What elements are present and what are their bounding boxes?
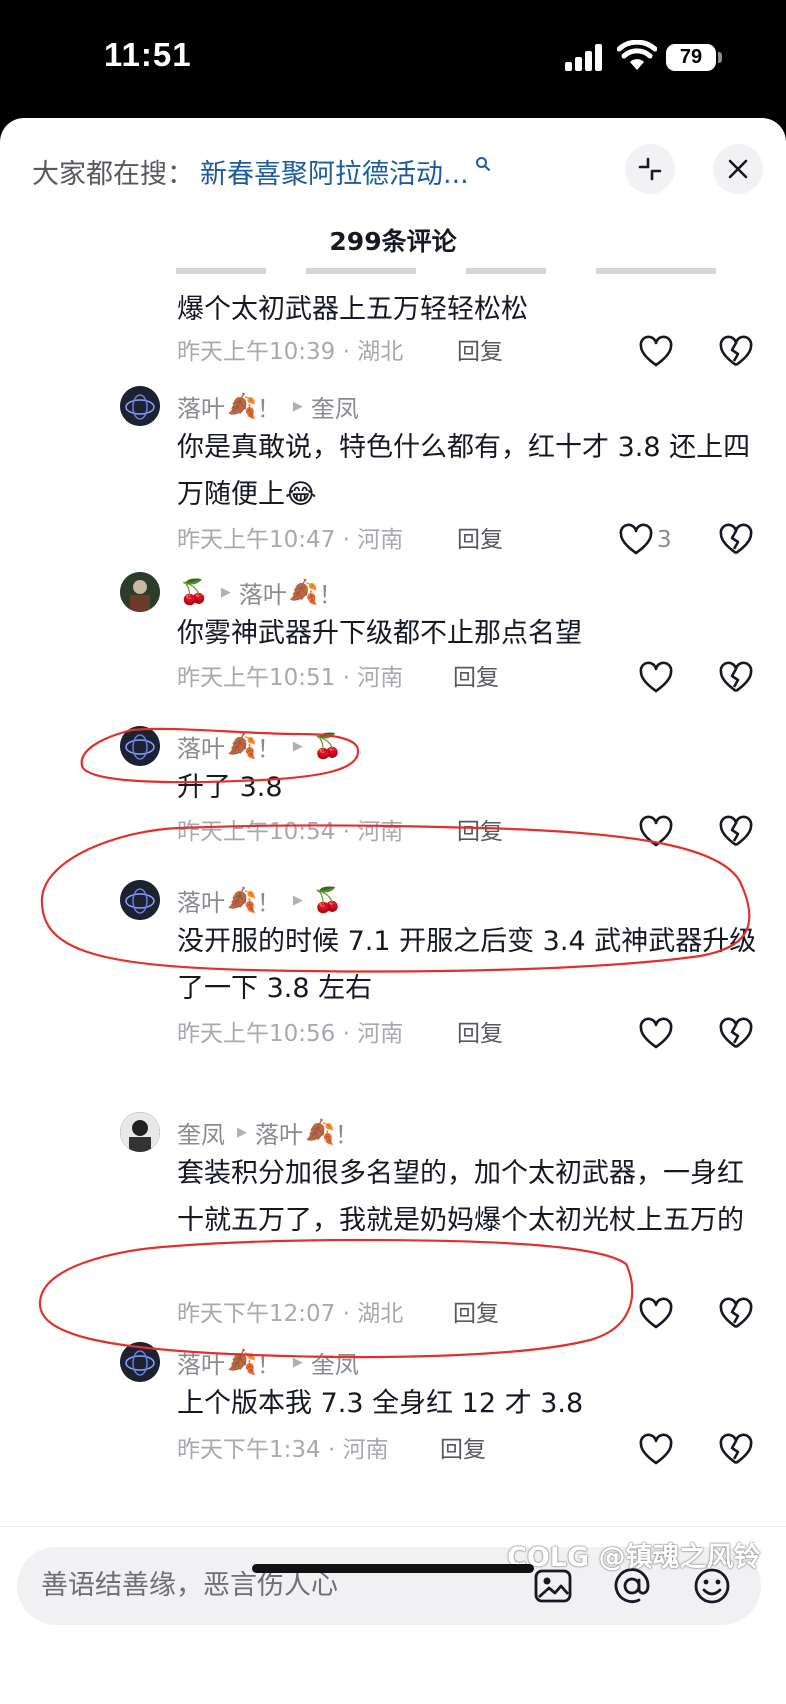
- comment-info: 昨天上午10:56 · 河南: [177, 1021, 404, 1047]
- username-suffix: ！: [256, 394, 281, 423]
- avatar[interactable]: [120, 1112, 160, 1152]
- username[interactable]: 落叶: [177, 729, 225, 764]
- reply-button[interactable]: 回复: [440, 1430, 486, 1470]
- reply-to-emoji: 🍂: [288, 578, 319, 606]
- close-button[interactable]: [713, 144, 763, 194]
- battery-cap: [718, 52, 722, 63]
- close-icon: [728, 159, 748, 179]
- reply-arrow-icon: ▶: [292, 1354, 303, 1370]
- reply-arrow-icon: ▶: [292, 398, 303, 414]
- reply-to-suffix: ！: [318, 580, 343, 609]
- username-emoji: 🍂: [227, 886, 257, 914]
- comment-list[interactable]: 爆个太初武器上五万轻轻松松 昨天上午10:39 · 湖北 回复 落叶 🍂 ！ ▶…: [0, 266, 786, 1646]
- avatar[interactable]: [120, 386, 160, 426]
- reply-to-suffix: ！: [334, 1120, 359, 1149]
- reply-button[interactable]: 回复: [457, 1014, 503, 1054]
- broken-heart-icon[interactable]: [718, 1432, 754, 1468]
- trending-search-link[interactable]: 新春喜聚阿拉德活动...: [200, 152, 469, 191]
- username[interactable]: 落叶: [177, 1345, 225, 1380]
- signal-icon: [565, 44, 605, 71]
- reply-to-emoji[interactable]: 🍒: [313, 886, 343, 914]
- comment-text: 你是真敢说，特色什么都有，红十才 3.8 还上四万随便上😂: [177, 432, 751, 510]
- broken-heart-icon[interactable]: [718, 334, 754, 370]
- reply-to-username[interactable]: 奎凤: [311, 389, 359, 424]
- username[interactable]: 落叶: [177, 389, 225, 424]
- reply-to-username[interactable]: 落叶: [255, 1115, 303, 1150]
- collapse-button[interactable]: [625, 144, 675, 194]
- battery-indicator: 79: [666, 44, 716, 71]
- cutoff-text-row: [176, 268, 716, 274]
- heart-icon[interactable]: [638, 1432, 674, 1468]
- reply-arrow-icon: ▶: [292, 738, 303, 754]
- comment-meta: 落叶 🍂 ！ ▶ 🍒: [177, 728, 343, 764]
- reply-button[interactable]: 回复: [453, 1294, 499, 1334]
- avatar[interactable]: [120, 726, 160, 766]
- comment-input-placeholder: 善语结善缘，恶言伤人心: [41, 1570, 338, 1601]
- username-emoji: 🍂: [227, 392, 257, 420]
- home-indicator[interactable]: [252, 1564, 534, 1573]
- reply-button[interactable]: 回复: [457, 520, 503, 560]
- comment-meta: 奎凤 ▶ 落叶 🍂 ！: [177, 1114, 359, 1150]
- comment-text: 升了 3.8: [177, 772, 283, 803]
- username-suffix: ！: [256, 1350, 281, 1379]
- comment-info: 昨天下午1:34 · 河南: [177, 1437, 389, 1463]
- comment-text: 爆个太初武器上五万轻轻松松: [177, 294, 528, 325]
- username-suffix: ！: [256, 734, 281, 763]
- broken-heart-icon[interactable]: [718, 522, 754, 558]
- comment-text: 没开服的时候 7.1 开服之后变 3.4 武神武器升级了一下 3.8 左右: [177, 926, 757, 1004]
- comment-info: 昨天上午10:39 · 湖北: [177, 339, 404, 365]
- search-icon: [475, 157, 490, 171]
- avatar[interactable]: [120, 1342, 160, 1382]
- trending-search[interactable]: 大家都在搜： 新春喜聚阿拉德活动...: [32, 146, 491, 196]
- comment-info: 昨天上午10:47 · 河南: [177, 527, 404, 553]
- username[interactable]: 奎凤: [177, 1115, 225, 1150]
- reply-to-emoji[interactable]: 🍒: [313, 732, 343, 760]
- watermark: COLG @镇魂之风铃: [507, 1542, 761, 1573]
- comment-meta: 落叶 🍂 ！ ▶ 🍒: [177, 882, 343, 918]
- like-count: 3: [657, 527, 672, 553]
- reply-to-emoji: 🍂: [305, 1118, 335, 1146]
- comment-text: 套装积分加很多名望的，加个太初武器，一身红十就五万了，我就是奶妈爆个太初光杖上五…: [177, 1158, 744, 1236]
- heart-icon[interactable]: [638, 334, 674, 370]
- reply-to-username[interactable]: 奎凤: [311, 1345, 359, 1380]
- reply-arrow-icon: ▶: [292, 892, 303, 908]
- username-emoji[interactable]: 🍒: [179, 578, 209, 606]
- comment-text: 你雾神武器升下级都不止那点名望: [177, 618, 582, 649]
- broken-heart-icon[interactable]: [718, 814, 754, 850]
- status-time: 11:51: [104, 36, 192, 73]
- status-bar: 11:51 79: [0, 0, 786, 118]
- reply-to-username[interactable]: 落叶: [239, 575, 287, 610]
- comment-info: 昨天上午10:54 · 河南: [177, 819, 404, 845]
- broken-heart-icon[interactable]: [718, 1296, 754, 1332]
- broken-heart-icon[interactable]: [718, 1016, 754, 1052]
- comment-info: 昨天下午12:07 · 湖北: [177, 1301, 404, 1327]
- heart-icon[interactable]: [638, 1016, 674, 1052]
- collapse-icon: [638, 157, 662, 181]
- comment-meta: 落叶 🍂 ！ ▶ 奎凤: [177, 388, 359, 424]
- username[interactable]: 落叶: [177, 883, 225, 918]
- heart-icon[interactable]: [638, 814, 674, 850]
- heart-icon[interactable]: [638, 1296, 674, 1332]
- heart-icon[interactable]: [618, 522, 654, 558]
- comment-text: 上个版本我 7.3 全身红 12 才 3.8: [177, 1388, 584, 1419]
- comment-info: 昨天上午10:51 · 河南: [177, 665, 404, 691]
- reply-arrow-icon: ▶: [237, 1124, 247, 1140]
- comment-meta: 落叶 🍂 ！ ▶ 奎凤: [177, 1344, 359, 1380]
- comment-count-title: 299条评论: [329, 227, 457, 256]
- username-emoji: 🍂: [227, 732, 257, 760]
- wifi-icon: [617, 40, 657, 70]
- username-emoji: 🍂: [227, 1348, 257, 1376]
- reply-button[interactable]: 回复: [453, 658, 499, 698]
- broken-heart-icon[interactable]: [718, 660, 754, 696]
- reply-arrow-icon: ▶: [220, 584, 231, 600]
- trending-search-prefix: 大家都在搜：: [32, 158, 194, 190]
- avatar[interactable]: [120, 572, 160, 612]
- avatar[interactable]: [120, 880, 160, 920]
- heart-icon[interactable]: [638, 660, 674, 696]
- reply-button[interactable]: 回复: [457, 332, 503, 372]
- comment-meta: 🍒 ▶ 落叶 🍂 ！: [177, 574, 343, 610]
- username-suffix: ！: [256, 888, 281, 917]
- comments-sheet: 大家都在搜： 新春喜聚阿拉德活动... 299条评论 爆个太初武器上五万轻轻松松…: [0, 118, 786, 1704]
- reply-button[interactable]: 回复: [457, 812, 503, 852]
